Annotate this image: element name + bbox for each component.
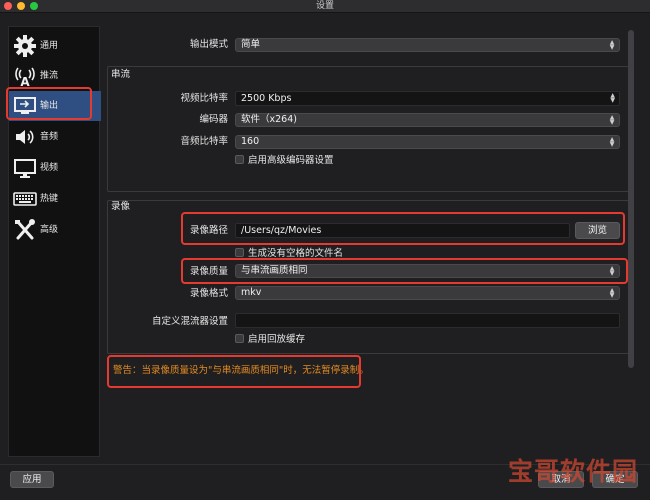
- encoder-value: 软件（x264): [241, 114, 297, 125]
- select-arrows-icon: ▲ ▼: [609, 136, 615, 148]
- sidebar-item-audio[interactable]: 音频: [9, 122, 101, 152]
- replay-buffer-checkbox[interactable]: 启用回放缓存: [235, 334, 305, 346]
- output-mode-value: 简单: [241, 39, 261, 50]
- encoder-label: 编码器: [199, 114, 228, 125]
- tools-icon: [12, 218, 38, 242]
- video-bitrate-input[interactable]: 2500 Kbps ▲ ▼: [235, 91, 620, 106]
- site-watermark: 宝哥软件园: [508, 457, 639, 486]
- recording-quality-highlight: [181, 258, 628, 284]
- audio-bitrate-value: 160: [241, 136, 260, 147]
- output-mode-select[interactable]: 简单 ▲ ▼: [235, 38, 620, 52]
- audio-bitrate-label: 音频比特率: [180, 136, 228, 147]
- checkbox-box[interactable]: [235, 334, 244, 343]
- sidebar-item-video[interactable]: 视频: [9, 153, 101, 183]
- streaming-group: [107, 66, 629, 192]
- video-bitrate-value: 2500 Kbps: [241, 93, 292, 104]
- checkbox-box[interactable]: [235, 155, 244, 164]
- custom-muxer-input[interactable]: [235, 313, 620, 328]
- keyboard-icon: [12, 187, 38, 211]
- output-mode-label: 输出模式: [189, 39, 228, 50]
- sidebar-item-label: 音频: [40, 132, 59, 142]
- title-bar: 设置: [0, 0, 650, 13]
- select-arrows-icon: ▲ ▼: [609, 39, 615, 51]
- audio-bitrate-select[interactable]: 160 ▲ ▼: [235, 135, 620, 149]
- custom-muxer-label: 自定义混流器设置: [151, 316, 228, 327]
- sidebar-item-label: 视频: [40, 163, 59, 173]
- recording-format-value: mkv: [241, 287, 262, 298]
- sidebar-item-advanced[interactable]: 高级: [9, 215, 101, 245]
- broadcast-antenna-icon: A: [12, 64, 38, 89]
- sidebar-item-label: 热键: [40, 194, 59, 204]
- checkbox-box[interactable]: [235, 248, 244, 257]
- select-arrows-icon: ▲ ▼: [609, 287, 615, 299]
- stepper-arrows-icon[interactable]: ▲ ▼: [610, 93, 615, 104]
- sidebar-item-label: 高级: [40, 225, 59, 235]
- streaming-group-title: 串流: [111, 69, 131, 80]
- video-bitrate-label: 视频比特率: [180, 93, 228, 104]
- sidebar-item-label: 通用: [40, 41, 59, 51]
- sidebar-item-general[interactable]: 通用: [9, 31, 101, 61]
- encoder-select[interactable]: 软件（x264) ▲ ▼: [235, 113, 620, 127]
- checkbox-label: 启用回放缓存: [248, 334, 306, 345]
- settings-scrollbar[interactable]: [628, 30, 634, 368]
- monitor-icon: [12, 156, 38, 180]
- recording-format-label: 录像格式: [189, 288, 228, 299]
- sidebar-item-hotkeys[interactable]: 热键: [9, 184, 101, 214]
- select-arrows-icon: ▲ ▼: [609, 114, 615, 126]
- checkbox-label: 启用高级编码器设置: [248, 155, 334, 166]
- recording-group-title: 录像: [111, 201, 131, 212]
- output-nav-highlight: [6, 87, 92, 120]
- apply-button[interactable]: 应用: [10, 471, 54, 488]
- recording-format-select[interactable]: mkv ▲ ▼: [235, 286, 620, 300]
- window-title: 设置: [315, 1, 334, 11]
- warning-highlight: [107, 355, 361, 388]
- advanced-encoder-checkbox[interactable]: 启用高级编码器设置: [235, 155, 334, 167]
- recording-path-highlight: [181, 212, 625, 245]
- speaker-icon: [12, 125, 38, 149]
- gear-icon: [12, 34, 38, 58]
